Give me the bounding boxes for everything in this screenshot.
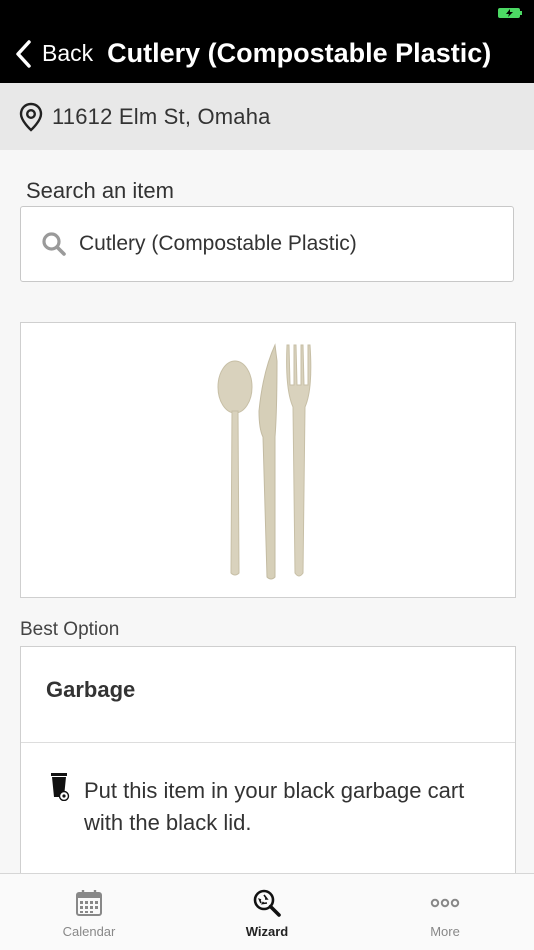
search-field[interactable] [20, 206, 514, 282]
address-text: 11612 Elm St, Omaha [52, 103, 271, 129]
cutlery-image [217, 343, 312, 580]
page-title: Cutlery (Compostable Plastic) [107, 38, 492, 68]
divider [21, 742, 515, 743]
search-input[interactable] [79, 232, 489, 256]
tab-label-calendar: Calendar [62, 924, 116, 939]
tab-label-wizard: Wizard [245, 924, 289, 939]
tab-label-more: More [430, 924, 460, 939]
navigation-bar: Back Cutlery (Compostable Plastic) [0, 24, 534, 83]
tab-bar: Calendar Wizard More [0, 873, 534, 950]
search-label: Search an item [26, 178, 174, 203]
tab-calendar[interactable]: Calendar [0, 874, 178, 950]
option-title: Garbage [46, 677, 136, 702]
calendar-icon [76, 890, 102, 916]
location-bar[interactable]: 11612 Elm St, Omaha [0, 83, 534, 150]
tab-more[interactable]: More [356, 874, 534, 950]
more-dots-icon [430, 898, 460, 908]
best-option-card: Garbage Put this item in your black garb… [20, 646, 516, 886]
back-label: Back [42, 40, 94, 66]
status-bar [0, 0, 534, 24]
garbage-cart-icon [51, 773, 70, 801]
option-description: Put this item in your black garbage cart… [84, 778, 465, 835]
wizard-recycle-search-icon [253, 889, 281, 917]
chevron-left-icon [16, 39, 31, 68]
battery-charging-icon [498, 8, 522, 18]
item-image-card [20, 322, 516, 598]
location-pin-icon [19, 102, 43, 132]
tab-wizard[interactable]: Wizard [178, 874, 356, 950]
search-icon [42, 232, 66, 256]
back-button[interactable]: Back [14, 39, 93, 69]
best-option-label: Best Option [20, 619, 120, 640]
